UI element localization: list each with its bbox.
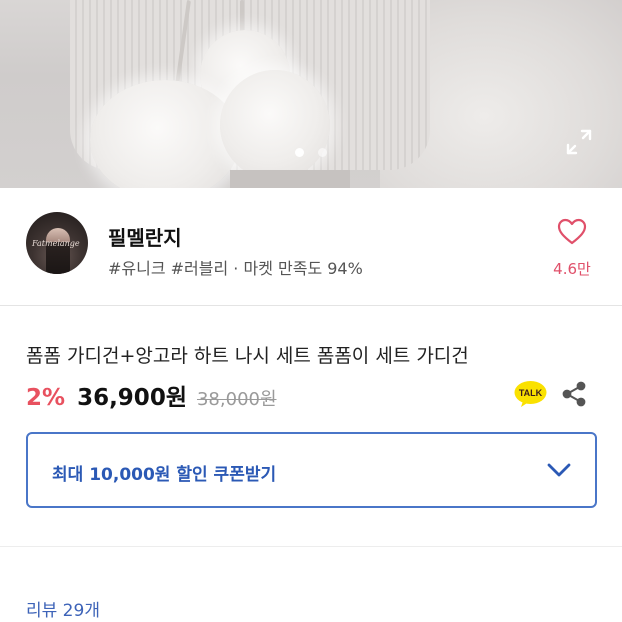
gallery-photo-pompom	[90, 80, 240, 188]
seller-tags: #유니크 #러블리 · 마켓 만족도 94%	[108, 259, 363, 278]
review-count-link[interactable]: 리뷰 29개	[26, 596, 100, 621]
kakao-talk-icon[interactable]: TALK	[514, 380, 547, 408]
share-icon[interactable]	[561, 381, 587, 407]
price-row: 2% 36,900원 38,000원	[26, 378, 277, 414]
discount-rate: 2%	[26, 385, 66, 411]
svg-text:TALK: TALK	[519, 388, 543, 398]
gallery-pagination	[0, 148, 622, 157]
gallery-dot-2[interactable]	[318, 148, 327, 157]
coupon-button[interactable]: 최대 10,000원 할인 쿠폰받기	[26, 432, 597, 508]
gallery-photo-shadow	[230, 170, 350, 188]
section-divider	[0, 546, 622, 547]
gallery-dot-1[interactable]	[295, 148, 304, 157]
seller-name[interactable]: 필멜란지	[108, 222, 182, 251]
avatar-logo-text: Fatmelange	[32, 239, 80, 248]
original-price: 38,000원	[196, 389, 277, 410]
gallery-photo-pompom	[220, 70, 330, 180]
coupon-label: 최대 10,000원 할인 쿠폰받기	[52, 465, 277, 485]
product-image-gallery[interactable]	[0, 0, 622, 188]
avatar[interactable]: Fatmelange	[26, 212, 88, 274]
sale-price: 36,900원	[77, 385, 187, 411]
seller-section: Fatmelange 필멜란지 #유니크 #러블리 · 마켓 만족도 94% 4…	[0, 188, 622, 306]
avatar-figure	[46, 228, 70, 274]
like-button[interactable]	[546, 218, 598, 250]
product-title: 폼폼 가디건+앙고라 하트 나시 세트 폼폼이 세트 가디건	[26, 345, 469, 367]
fullscreen-icon[interactable]	[565, 128, 593, 156]
heart-icon[interactable]	[557, 218, 587, 250]
like-count: 4.6만	[553, 260, 591, 278]
chevron-down-icon	[546, 460, 572, 480]
